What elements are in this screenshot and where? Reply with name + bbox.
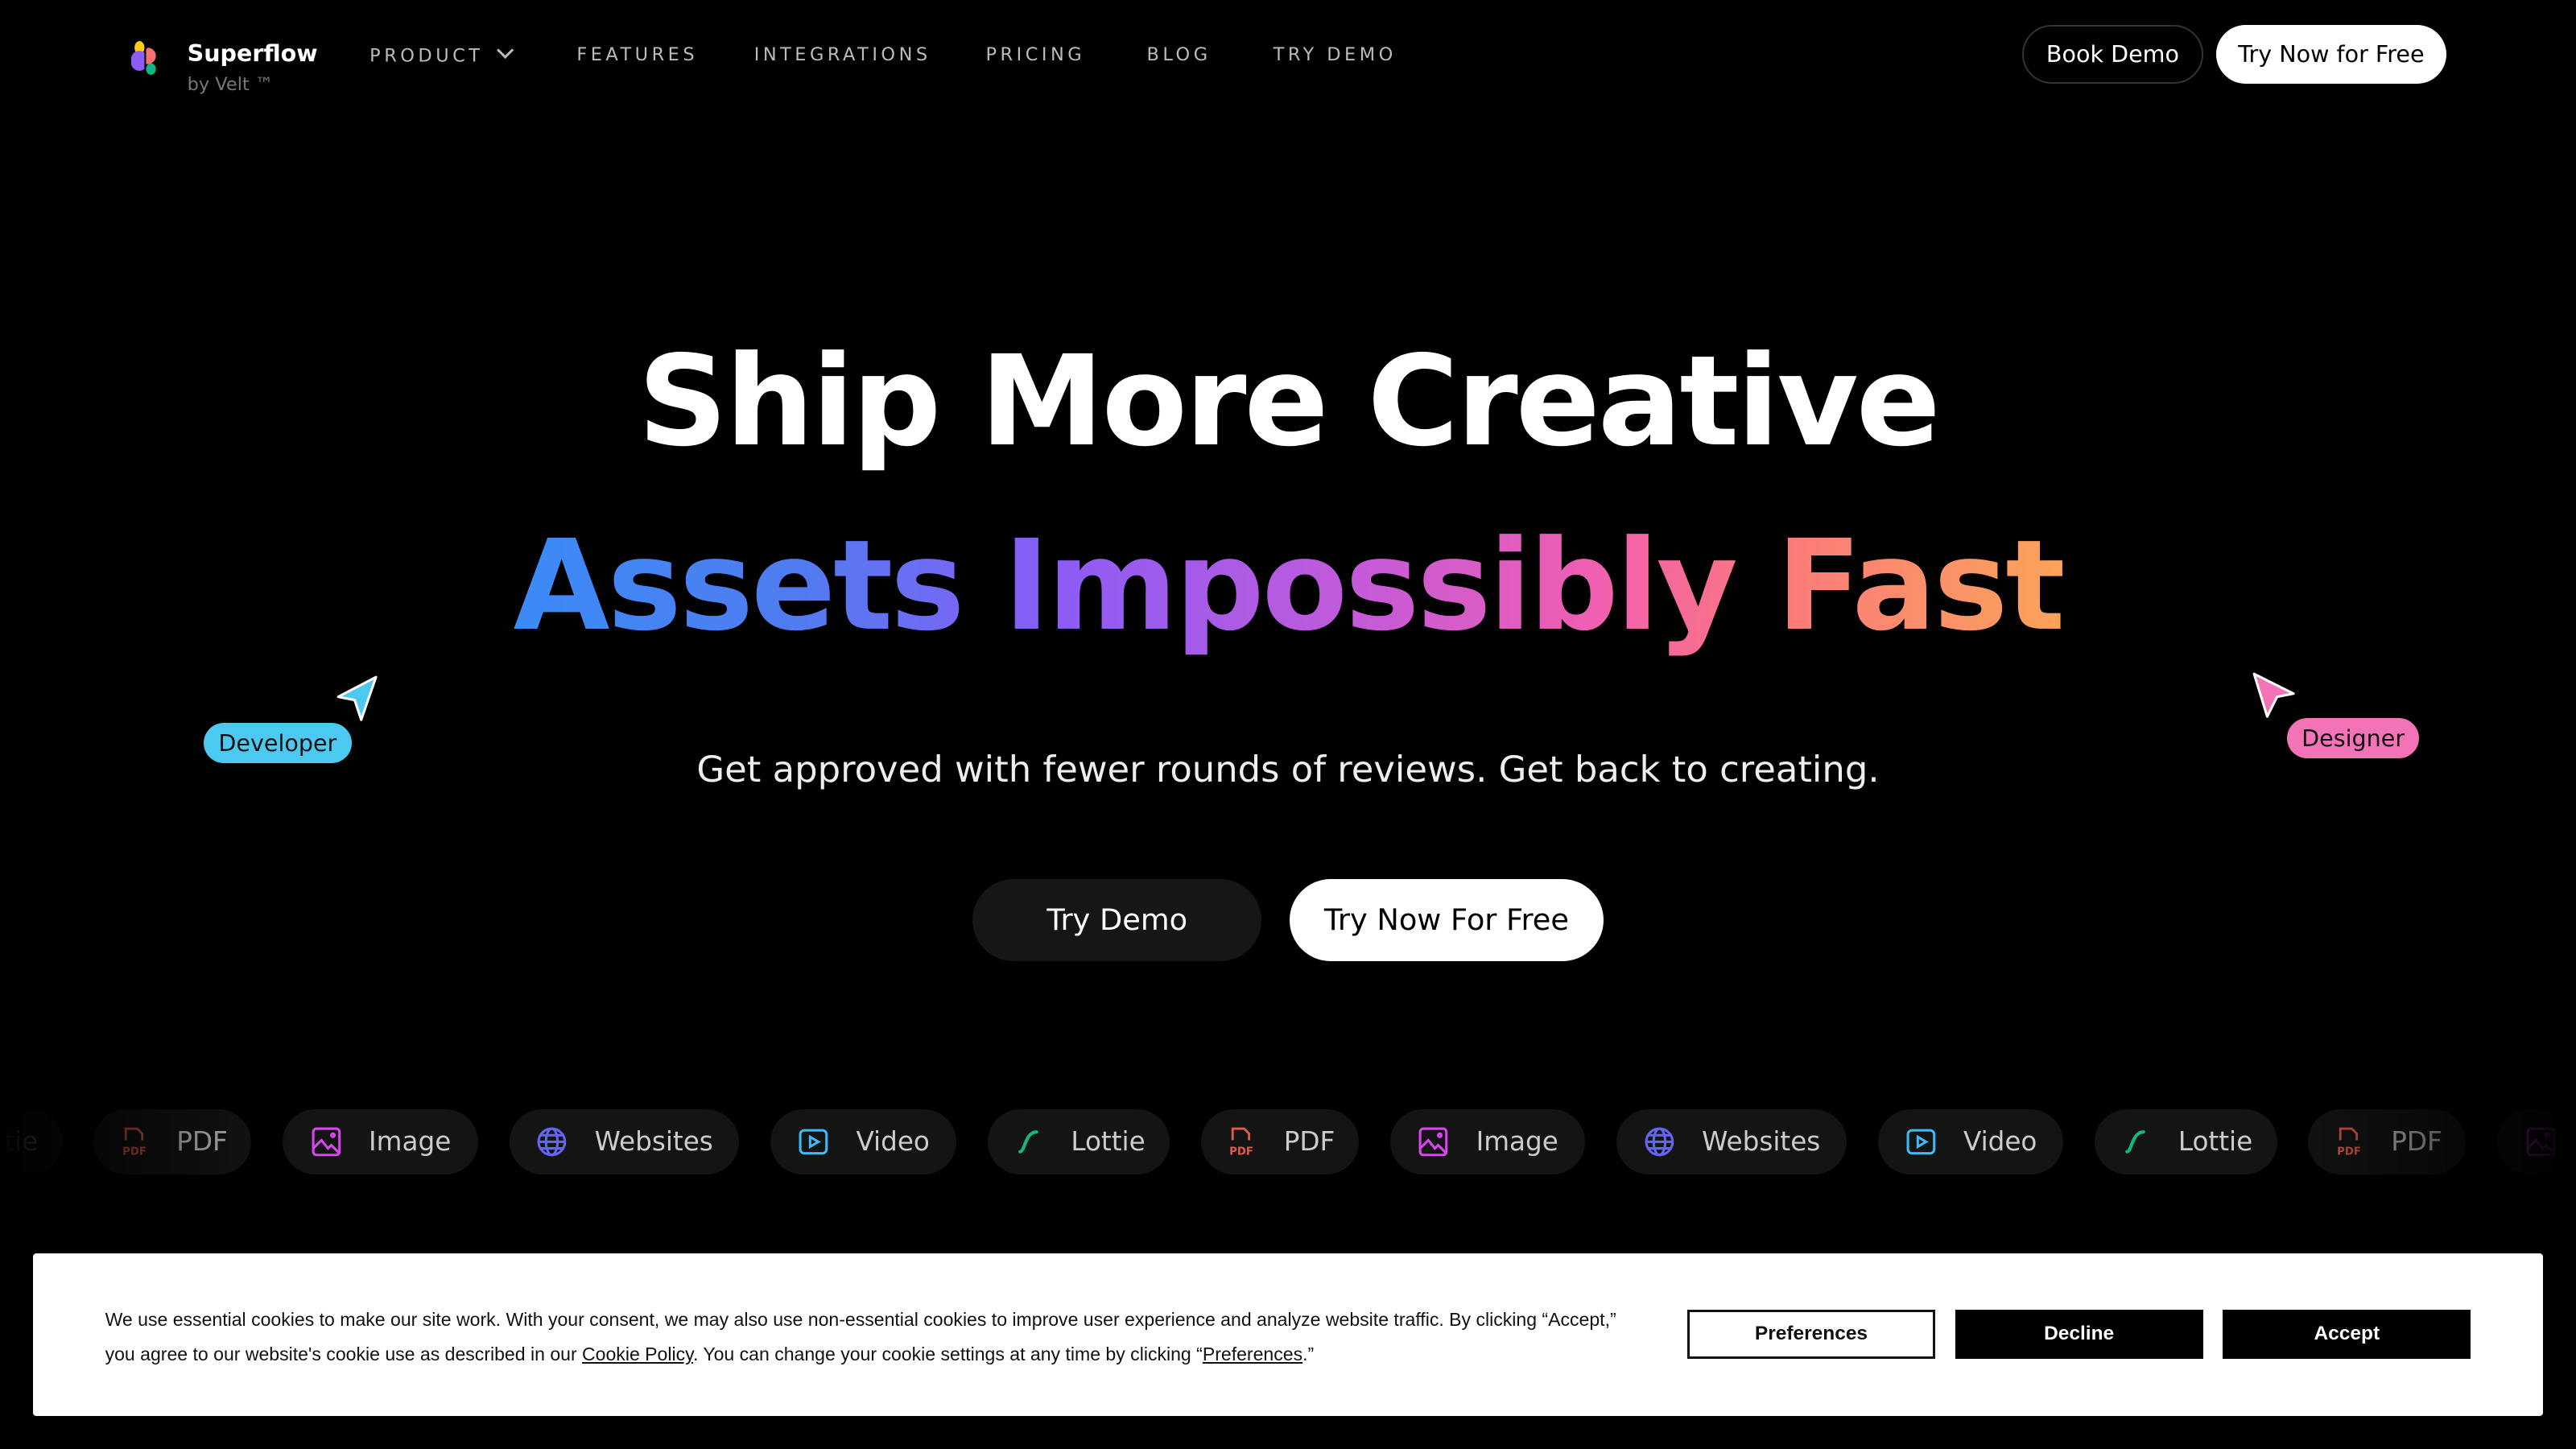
asset-pill-label: Video	[856, 1126, 930, 1158]
globe-icon	[1643, 1125, 1676, 1158]
cookie-decline-button[interactable]: Decline	[1955, 1309, 2203, 1359]
nav-blog[interactable]: BLOG	[1146, 44, 1211, 65]
page: Superflow by Velt ™ PRODUCT FEATURES INT…	[0, 0, 2576, 1449]
nav-product[interactable]: PRODUCT	[369, 41, 514, 67]
svg-text:PDF: PDF	[122, 1146, 147, 1158]
asset-pill-label: Lottie	[1071, 1126, 1146, 1158]
asset-pill-image: Image	[283, 1108, 478, 1175]
brand-subtitle: by Velt ™	[187, 73, 274, 95]
asset-pill-label: Websites	[1702, 1126, 1821, 1158]
asset-pill-websites: Websites	[1616, 1108, 1847, 1175]
cookie-text-3: .”	[1302, 1344, 1315, 1365]
asset-pill-label: Websites	[594, 1126, 713, 1158]
designer-cursor-icon	[2252, 672, 2295, 718]
asset-pill-video: Video	[770, 1108, 956, 1175]
developer-cursor-icon	[336, 675, 378, 721]
nav-integrations[interactable]: INTEGRATIONS	[754, 44, 931, 65]
asset-pill-pdf: PDF PDF	[2308, 1108, 2467, 1175]
superflow-logo-icon[interactable]	[128, 39, 164, 76]
asset-pill-label: PDF	[1283, 1126, 1335, 1158]
asset-pill-label: Video	[1963, 1126, 2037, 1158]
asset-pill-label: Image	[369, 1126, 452, 1158]
hero-title-line2: Assets Impossibly Fast	[0, 513, 2576, 658]
nav-product-label: PRODUCT	[369, 45, 484, 67]
cookie-message: We use essential cookies to make our sit…	[105, 1302, 1617, 1372]
asset-pill-pdf: PDF PDF	[93, 1108, 252, 1175]
asset-pill-label: PDF	[2391, 1126, 2442, 1158]
asset-pill-image: Image	[2497, 1108, 2576, 1175]
asset-pill-label: Image	[1476, 1126, 1558, 1158]
video-icon	[1905, 1125, 1938, 1158]
hero-title-gradient: Assets Impossibly Fast	[513, 512, 2066, 658]
image-icon	[1417, 1125, 1450, 1158]
asset-pill-pdf: PDF PDF	[1200, 1108, 1359, 1175]
asset-pill-label: PDF	[176, 1126, 228, 1158]
try-now-for-free-button[interactable]: Try Now For Free	[1290, 878, 1604, 961]
asset-pill-lottie: Lottie	[0, 1108, 63, 1175]
video-icon	[797, 1125, 830, 1158]
nav-pricing[interactable]: PRICING	[985, 44, 1085, 65]
cookie-policy-link[interactable]: Cookie Policy	[582, 1344, 693, 1364]
svg-text:PDF: PDF	[1229, 1146, 1253, 1158]
svg-text:PDF: PDF	[2337, 1146, 2361, 1158]
asset-pill-lottie: Lottie	[2095, 1108, 2277, 1175]
cookie-accept-button[interactable]: Accept	[2223, 1309, 2471, 1359]
hero-subtitle: Get approved with fewer rounds of review…	[696, 747, 1880, 791]
cookie-preferences-button[interactable]: Preferences	[1686, 1309, 1936, 1359]
nav-try-demo[interactable]: TRY DEMO	[1274, 44, 1397, 65]
chevron-down-icon	[497, 41, 514, 60]
asset-pill-label: Lottie	[0, 1126, 39, 1158]
try-demo-button[interactable]: Try Demo	[972, 878, 1262, 961]
lottie-icon	[2119, 1125, 2152, 1158]
preferences-link[interactable]: Preferences	[1203, 1344, 1302, 1364]
globe-icon	[535, 1125, 568, 1158]
asset-pill-image: Image	[1389, 1108, 1586, 1175]
asset-pill-label: Lottie	[2178, 1126, 2253, 1158]
pdf-icon: PDF	[118, 1125, 151, 1158]
image-icon	[310, 1125, 343, 1158]
image-icon	[2524, 1125, 2557, 1158]
nav-features[interactable]: FEATURES	[576, 44, 698, 65]
cookie-text-2: . You can change your cookie settings at…	[692, 1344, 1203, 1365]
brand-name[interactable]: Superflow	[188, 39, 318, 67]
hero-title-line1: Ship More Creative	[638, 328, 1941, 475]
asset-pill-video: Video	[1877, 1108, 2064, 1175]
book-demo-button[interactable]: Book Demo	[2022, 24, 2203, 84]
lottie-icon	[1012, 1125, 1045, 1158]
pdf-icon: PDF	[1224, 1125, 1257, 1158]
asset-pill-websites: Websites	[509, 1108, 740, 1175]
asset-type-marquee: LottiePDFPDFImageWebsitesVideoLottiePDFP…	[0, 1108, 2576, 1175]
asset-pill-lottie: Lottie	[987, 1108, 1170, 1175]
try-now-free-button[interactable]: Try Now for Free	[2216, 24, 2446, 85]
cookie-banner: We use essential cookies to make our sit…	[32, 1253, 2544, 1417]
pdf-icon: PDF	[2332, 1125, 2365, 1158]
